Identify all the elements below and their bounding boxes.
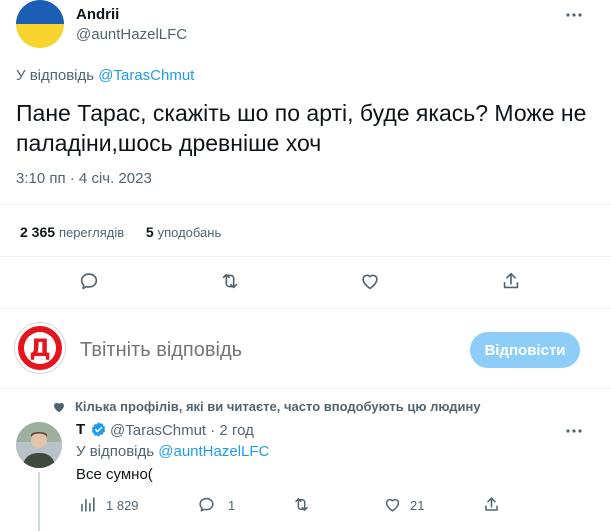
retweet-icon[interactable] xyxy=(292,495,311,514)
likes-stat[interactable]: 5 уподобань xyxy=(146,224,221,240)
my-avatar[interactable]: Д xyxy=(15,323,65,373)
reply-to-prefix: У відповідь xyxy=(76,443,155,460)
reply-input[interactable] xyxy=(80,339,440,362)
tweet-text: Пане Тарас, скажіть шо по арті, буде яка… xyxy=(16,100,587,156)
thread-line xyxy=(38,472,40,531)
divider xyxy=(0,388,611,389)
replies-count: 1 xyxy=(228,498,236,513)
reply-button[interactable]: Відповісти xyxy=(470,332,580,368)
views-count: 2 365 xyxy=(20,224,56,240)
reply-to-handle-link[interactable]: @auntHazelLFC xyxy=(158,443,269,460)
views-count: 1 829 xyxy=(106,498,139,513)
reply-author-handle[interactable]: @TarasChmut xyxy=(110,422,206,439)
tweet-stats: 2 365 переглядів 5 уподобань xyxy=(20,224,221,240)
share-icon[interactable] xyxy=(500,270,522,292)
heart-icon xyxy=(52,400,66,414)
reply-to-line: У відповідь @auntHazelLFC xyxy=(76,443,269,460)
reply-icon[interactable] xyxy=(78,270,100,292)
reply-author-name[interactable]: T xyxy=(76,421,85,438)
reply-author-avatar[interactable] xyxy=(16,422,62,468)
like-icon[interactable] xyxy=(383,495,402,514)
author-handle[interactable]: @auntHazelLFC xyxy=(76,26,187,43)
likes-count: 5 xyxy=(145,224,154,240)
like-icon[interactable] xyxy=(359,270,381,292)
tweet-timestamp[interactable]: 3:10 пп · 4 січ. 2023 xyxy=(16,170,152,187)
more-icon[interactable] xyxy=(563,4,585,26)
divider xyxy=(0,204,611,205)
likes-label: уподобань xyxy=(157,225,222,240)
reply-icon[interactable] xyxy=(197,495,216,514)
divider xyxy=(0,308,611,309)
more-icon[interactable] xyxy=(563,420,585,442)
retweet-icon[interactable] xyxy=(219,270,241,292)
reply-to-prefix: У відповідь xyxy=(16,67,95,84)
views-label: переглядів xyxy=(58,225,125,240)
reply-time[interactable]: · 2 год xyxy=(210,422,254,439)
social-context[interactable]: Кілька профілів, які ви читаєте, часто в… xyxy=(75,399,481,414)
views-icon[interactable] xyxy=(78,495,97,514)
reply-to-line: У відповідь @TarasChmut xyxy=(16,67,194,84)
reply-to-handle-link[interactable]: @TarasChmut xyxy=(98,67,194,84)
likes-count: 21 xyxy=(410,498,425,513)
divider xyxy=(0,256,611,257)
reply-text: Все сумно( xyxy=(76,466,153,483)
author-name[interactable]: Andrii xyxy=(76,6,119,23)
reply-author-meta: @TarasChmut · 2 год xyxy=(110,422,254,439)
share-icon[interactable] xyxy=(482,495,501,514)
author-avatar[interactable] xyxy=(16,0,64,48)
avatar-letter: Д xyxy=(29,334,51,362)
verified-icon xyxy=(90,421,107,438)
